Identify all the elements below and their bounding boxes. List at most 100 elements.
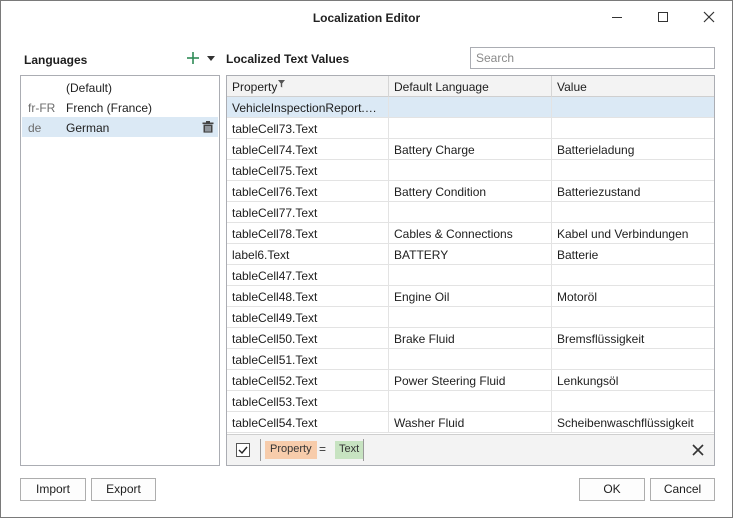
cell-property[interactable]: tableCell77.Text — [227, 202, 389, 223]
cell-default-language[interactable] — [389, 391, 552, 412]
cell-property[interactable]: tableCell78.Text — [227, 223, 389, 244]
trash-icon[interactable] — [202, 121, 214, 133]
cell-value[interactable]: Lenkungsöl — [552, 370, 714, 391]
table-row[interactable]: tableCell73.Text — [227, 118, 714, 139]
cell-default-language[interactable]: Cables & Connections — [389, 223, 552, 244]
cell-property[interactable]: label6.Text — [227, 244, 389, 265]
cell-value[interactable] — [552, 160, 714, 181]
column-header-value[interactable]: Value — [552, 76, 714, 97]
cell-property[interactable]: tableCell74.Text — [227, 139, 389, 160]
clear-filter-icon[interactable] — [692, 444, 704, 456]
chevron-down-icon[interactable] — [207, 56, 215, 62]
language-name: German — [66, 121, 110, 135]
table-row[interactable]: tableCell52.Text Power Steering Fluid Lenk… — [227, 370, 714, 391]
table-row[interactable]: tableCell53.Text — [227, 391, 714, 412]
maximize-button[interactable] — [640, 1, 686, 33]
language-name: French (France) — [66, 101, 153, 115]
import-button[interactable]: Import — [20, 478, 86, 501]
languages-list[interactable]: (Default) fr-FR French (France) de Germa… — [20, 75, 220, 466]
minimize-button[interactable] — [594, 1, 640, 33]
cell-default-language[interactable] — [389, 307, 552, 328]
localized-text-header: Localized Text Values — [226, 52, 350, 66]
localization-editor-window: Localization Editor Languages (Default) … — [0, 0, 733, 518]
cell-default-language[interactable]: Brake Fluid — [389, 328, 552, 349]
search-input[interactable] — [470, 47, 715, 69]
cell-property[interactable]: tableCell52.Text — [227, 370, 389, 391]
languages-header: Languages — [24, 53, 88, 67]
language-item-de[interactable]: de German — [22, 117, 218, 137]
table-row[interactable]: VehicleInspectionReport.W... — [227, 97, 714, 118]
table-row[interactable]: tableCell75.Text — [227, 160, 714, 181]
language-item-fr-fr[interactable]: fr-FR French (France) — [22, 97, 218, 117]
table-row[interactable]: tableCell78.Text Cables & Connections Kabe… — [227, 223, 714, 244]
cell-value[interactable]: Motoröl — [552, 286, 714, 307]
cell-default-language[interactable]: Power Steering Fluid — [389, 370, 552, 391]
cell-property[interactable]: tableCell50.Text — [227, 328, 389, 349]
cell-property[interactable]: tableCell53.Text — [227, 391, 389, 412]
ok-button[interactable]: OK — [579, 478, 645, 501]
export-button[interactable]: Export — [91, 478, 156, 501]
cell-default-language[interactable]: Washer Fluid — [389, 412, 552, 433]
cell-default-language[interactable]: Engine Oil — [389, 286, 552, 307]
cell-default-language[interactable]: BATTERY — [389, 244, 552, 265]
cell-value[interactable] — [552, 265, 714, 286]
column-header-property[interactable]: Property — [227, 76, 389, 97]
table-row[interactable]: tableCell50.Text Brake Fluid Bremsflüssigk… — [227, 328, 714, 349]
table-row[interactable]: tableCell54.Text Washer Fluid Scheibenwasc… — [227, 412, 714, 433]
cell-property[interactable]: tableCell48.Text — [227, 286, 389, 307]
cell-value[interactable]: Bremsflüssigkeit — [552, 328, 714, 349]
cell-value[interactable] — [552, 307, 714, 328]
table-row[interactable]: label6.Text BATTERY Batterie — [227, 244, 714, 265]
filter-expression[interactable]: Property = Text — [260, 439, 364, 461]
cell-property[interactable]: tableCell73.Text — [227, 118, 389, 139]
table-row[interactable]: tableCell48.Text Engine Oil Motoröl — [227, 286, 714, 307]
filter-panel: Property = Text — [227, 434, 714, 465]
filter-operator[interactable]: = — [319, 442, 326, 456]
cell-value[interactable]: Kabel und Verbindungen — [552, 223, 714, 244]
cell-default-language[interactable] — [389, 265, 552, 286]
cancel-button[interactable]: Cancel — [650, 478, 715, 501]
close-button[interactable] — [686, 1, 732, 33]
cell-default-language[interactable] — [389, 97, 552, 118]
close-icon — [703, 11, 715, 23]
table-row[interactable]: tableCell74.Text Battery Charge Batteriela… — [227, 139, 714, 160]
localized-values-grid[interactable]: Property Default Language Value VehicleI… — [226, 75, 715, 466]
add-language-icon[interactable] — [186, 51, 200, 65]
filter-enabled-checkbox[interactable] — [236, 443, 250, 457]
cell-value[interactable] — [552, 349, 714, 370]
cell-value[interactable]: Scheibenwaschflüssigkeit — [552, 412, 714, 433]
cell-default-language[interactable] — [389, 160, 552, 181]
cell-property[interactable]: tableCell54.Text — [227, 412, 389, 433]
maximize-icon — [658, 12, 668, 22]
cell-property[interactable]: tableCell76.Text — [227, 181, 389, 202]
cell-default-language[interactable] — [389, 118, 552, 139]
cell-property[interactable]: tableCell75.Text — [227, 160, 389, 181]
cell-value[interactable]: Batterie — [552, 244, 714, 265]
table-row[interactable]: tableCell47.Text — [227, 265, 714, 286]
cell-property[interactable]: tableCell51.Text — [227, 349, 389, 370]
filter-icon[interactable] — [278, 80, 286, 88]
minimize-icon — [612, 17, 622, 18]
cell-default-language[interactable]: Battery Charge — [389, 139, 552, 160]
table-row[interactable]: tableCell49.Text — [227, 307, 714, 328]
table-row[interactable]: tableCell76.Text Battery Condition Batteri… — [227, 181, 714, 202]
column-header-default-language[interactable]: Default Language — [389, 76, 552, 97]
cell-default-language[interactable] — [389, 202, 552, 223]
cell-default-language[interactable]: Battery Condition — [389, 181, 552, 202]
cell-value[interactable]: Batteriezustand — [552, 181, 714, 202]
cell-property[interactable]: tableCell49.Text — [227, 307, 389, 328]
cell-property[interactable]: tableCell47.Text — [227, 265, 389, 286]
cell-default-language[interactable] — [389, 349, 552, 370]
cell-value[interactable]: Batterieladung — [552, 139, 714, 160]
title-bar: Localization Editor — [1, 1, 732, 33]
cell-property[interactable]: VehicleInspectionReport.W... — [227, 97, 389, 118]
cell-value[interactable] — [552, 202, 714, 223]
filter-value[interactable]: Text — [335, 441, 364, 459]
cell-value[interactable] — [552, 391, 714, 412]
cell-value[interactable] — [552, 97, 714, 118]
table-row[interactable]: tableCell51.Text — [227, 349, 714, 370]
filter-field[interactable]: Property — [265, 441, 317, 459]
cell-value[interactable] — [552, 118, 714, 139]
language-item-default[interactable]: (Default) — [22, 77, 218, 97]
table-row[interactable]: tableCell77.Text — [227, 202, 714, 223]
